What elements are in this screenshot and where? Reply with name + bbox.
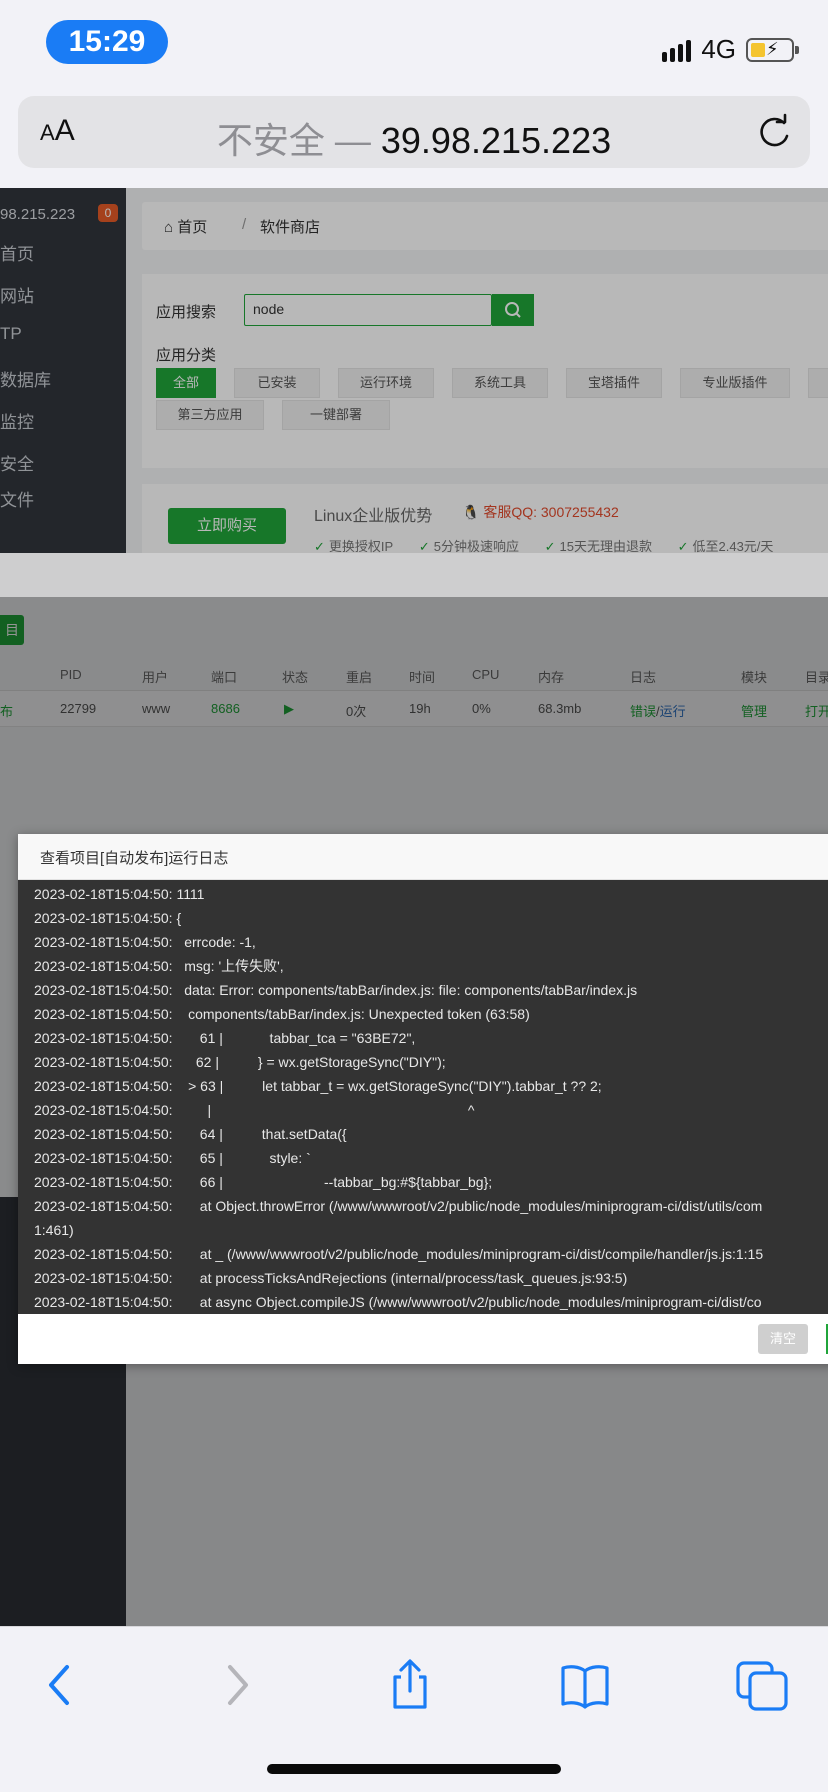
url-text[interactable]: 不安全 — 39.98.215.223 bbox=[18, 112, 810, 164]
log-line: 2023-02-18T15:04:50: 61 | tabbar_tca = "… bbox=[34, 1030, 416, 1046]
address-bar[interactable]: AA 不安全 — 39.98.215.223 bbox=[18, 96, 810, 168]
log-line: 2023-02-18T15:04:50: { bbox=[34, 910, 182, 926]
status-time: 15:29 bbox=[46, 20, 168, 64]
battery-icon: ⚡ bbox=[746, 37, 799, 62]
log-line: 2023-02-18T15:04:50: 62 | } = wx.getStor… bbox=[34, 1054, 446, 1070]
log-line: 2023-02-18T15:04:50: 65 | style: ` bbox=[34, 1150, 311, 1166]
log-line: 2023-02-18T15:04:50: errcode: -1, bbox=[34, 934, 256, 950]
cellular-signal-icon bbox=[662, 38, 692, 62]
log-line: 2023-02-18T15:04:50: at async Object.com… bbox=[34, 1294, 762, 1310]
forward-icon[interactable] bbox=[208, 1657, 264, 1713]
dialog-title: 查看项目[自动发布]运行日志 bbox=[18, 834, 828, 880]
log-line: 2023-02-18T15:04:50: | ^ bbox=[34, 1102, 475, 1118]
log-line: 2023-02-18T15:04:50: msg: '上传失败', bbox=[34, 958, 284, 974]
bookmarks-icon[interactable] bbox=[557, 1657, 613, 1713]
clear-log-button[interactable]: 清空 bbox=[758, 1324, 808, 1354]
log-line: 1:461) bbox=[34, 1222, 74, 1238]
url-host: 39.98.215.223 bbox=[380, 120, 612, 161]
modal-overlay-top bbox=[0, 188, 828, 553]
log-line: 2023-02-18T15:04:50: at processTicksAndR… bbox=[34, 1270, 628, 1286]
log-line: 2023-02-18T15:04:50: 1111 bbox=[34, 886, 205, 902]
web-content: 98.215.223 0 首页 网站 TP 数据库 监控 安全 文件 ⌂ 首页 … bbox=[0, 188, 828, 1626]
reload-icon[interactable] bbox=[754, 112, 794, 152]
network-type: 4G bbox=[701, 34, 736, 64]
run-log-dialog: 查看项目[自动发布]运行日志 2023-02-18T15:04:50: 1111… bbox=[18, 834, 828, 1364]
share-icon[interactable] bbox=[382, 1657, 438, 1713]
log-output[interactable]: 2023-02-18T15:04:50: 1111 2023-02-18T15:… bbox=[18, 880, 828, 1314]
log-line: 2023-02-18T15:04:50: data: Error: compon… bbox=[34, 982, 638, 998]
log-line: 2023-02-18T15:04:50: components/tabBar/i… bbox=[34, 1006, 530, 1022]
log-line: 2023-02-18T15:04:50: at Object.throwErro… bbox=[34, 1198, 763, 1214]
screen: { "status_bar": { "time": "15:29", "netw… bbox=[0, 0, 828, 1792]
log-line: 2023-02-18T15:04:50: 66 | --tabbar_bg:#$… bbox=[34, 1174, 493, 1190]
log-line: 2023-02-18T15:04:50: at _ (/www/wwwroot/… bbox=[34, 1246, 764, 1262]
log-line: 2023-02-18T15:04:50: > 63 | let tabbar_t… bbox=[34, 1078, 602, 1094]
insecure-label: 不安全 — bbox=[216, 120, 371, 161]
back-icon[interactable] bbox=[33, 1657, 89, 1713]
status-indicators: 4G ⚡ bbox=[662, 34, 799, 65]
home-indicator[interactable] bbox=[267, 1764, 561, 1774]
dialog-footer: 清空 bbox=[18, 1314, 828, 1364]
log-line: 2023-02-18T15:04:50: 64 | that.setData({ bbox=[34, 1126, 347, 1142]
tabs-icon[interactable] bbox=[734, 1657, 790, 1713]
